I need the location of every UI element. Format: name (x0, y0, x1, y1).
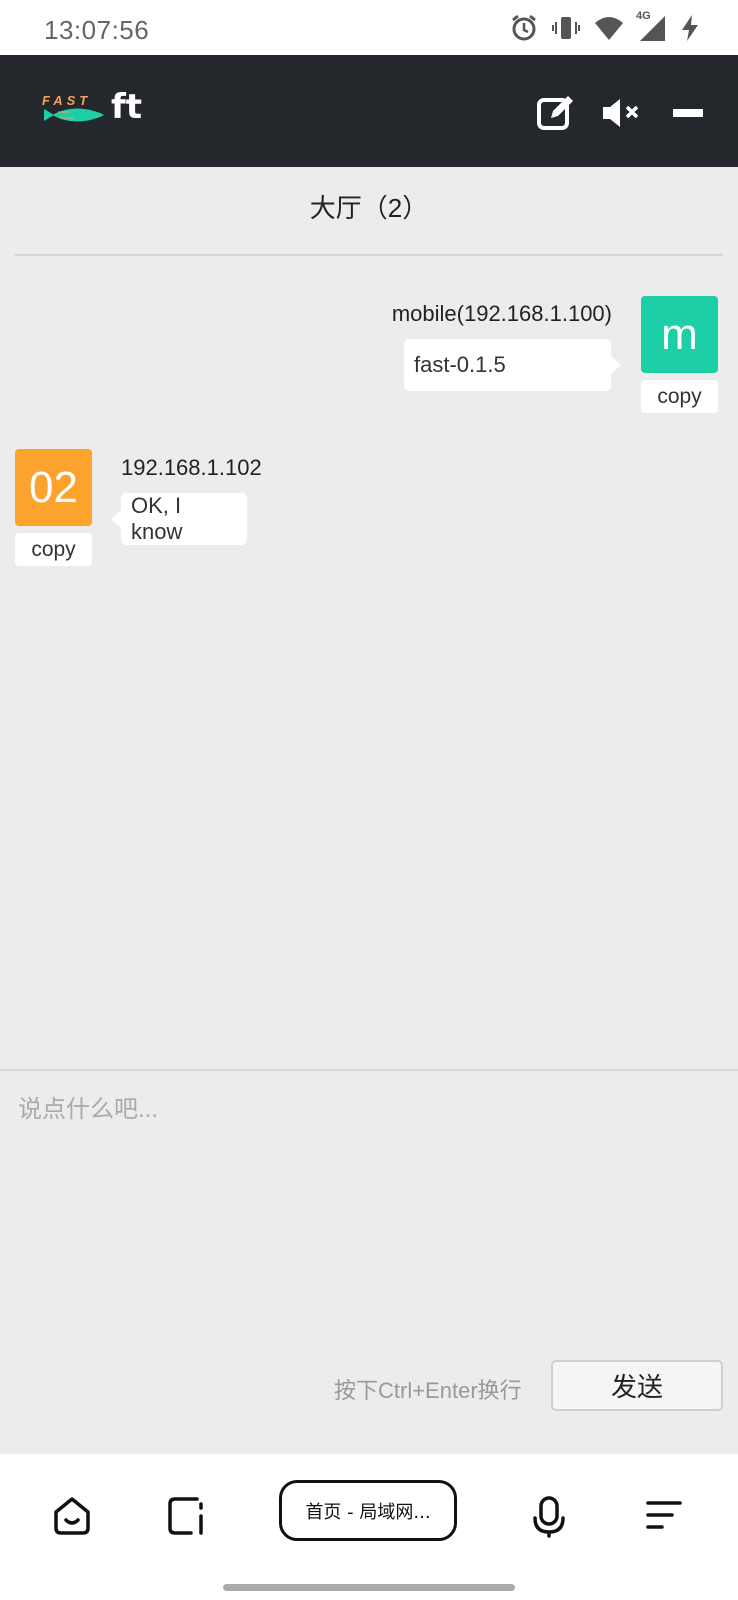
message-bubble: OK, I know (111, 493, 247, 545)
avatar-text: 02 (29, 462, 78, 512)
minimize-icon[interactable] (666, 91, 710, 135)
message-sender: mobile(192.168.1.100) (391, 301, 612, 326)
screen: 13:07:56 4G FAST ft 大厅（2） mobile(192.168… (0, 0, 738, 1600)
mic-icon[interactable] (525, 1492, 573, 1540)
message-text: fast-0.1.5 (414, 352, 506, 377)
charging-icon (680, 14, 700, 42)
send-button[interactable]: 发送 (551, 1360, 723, 1411)
message-bubble: fast-0.1.5 (404, 339, 621, 391)
logo-small-text: FAST (42, 93, 92, 108)
menu-icon[interactable] (640, 1492, 688, 1540)
message-text: OK, I know (131, 493, 183, 544)
fish-logo-icon (44, 108, 104, 122)
room-title: 大厅（2） (309, 193, 429, 223)
newline-hint: 按下Ctrl+Enter换行 (334, 1378, 522, 1403)
tabs-icon[interactable] (163, 1492, 211, 1540)
avatar-text: m (661, 309, 698, 359)
status-time: 13:07:56 (44, 15, 150, 45)
copy-button[interactable]: copy (641, 380, 718, 413)
app-header: FAST ft (0, 55, 738, 167)
network-label: 4G (636, 10, 651, 22)
home-icon[interactable] (48, 1492, 96, 1540)
app-logo: FAST ft (42, 87, 152, 135)
signal-4g-icon: 4G (636, 10, 666, 42)
current-tab-pill[interactable]: 首页 - 局域网... (279, 1480, 457, 1541)
browser-bottom-nav: 首页 - 局域网... (0, 1454, 738, 1600)
copy-button[interactable]: copy (15, 533, 92, 566)
message-sender: 192.168.1.102 (121, 455, 262, 480)
message-input[interactable] (0, 1071, 738, 1341)
title-divider (15, 254, 723, 256)
vibrate-icon (552, 14, 580, 42)
wifi-icon (594, 15, 624, 41)
alarm-icon (510, 14, 538, 42)
status-icons: 4G (510, 10, 700, 42)
logo-text: ft (111, 87, 143, 127)
mute-icon[interactable] (600, 91, 644, 135)
status-bar: 13:07:56 4G (0, 0, 738, 55)
home-indicator[interactable] (223, 1584, 515, 1591)
edit-icon[interactable] (534, 91, 578, 135)
header-actions (534, 91, 710, 135)
avatar: 02 (15, 449, 92, 526)
avatar: m (641, 296, 718, 373)
